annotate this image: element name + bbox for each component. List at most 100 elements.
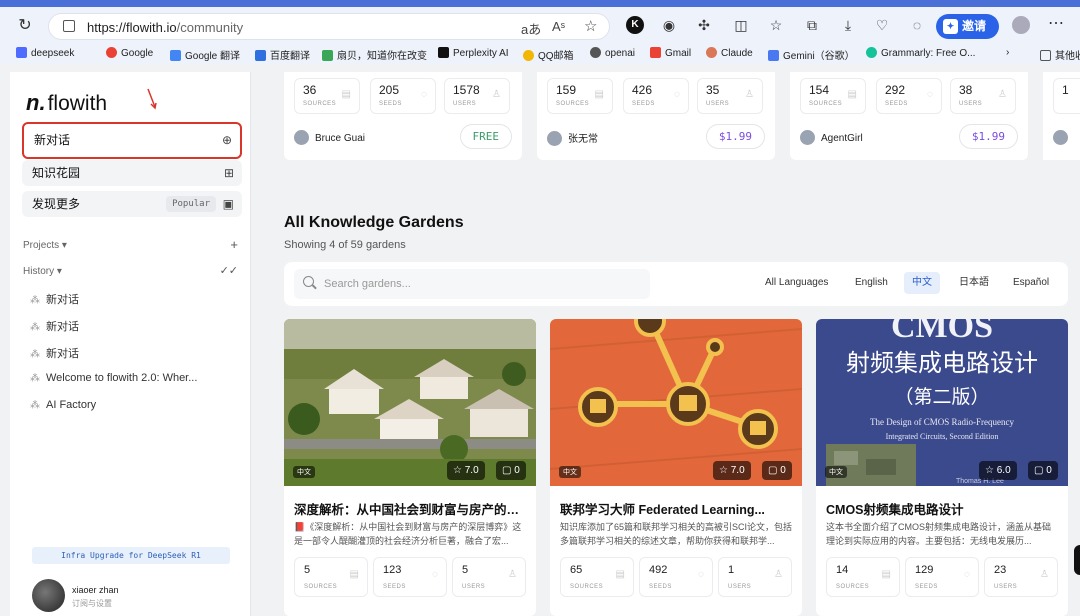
author-avatar: [800, 130, 815, 145]
cover-subtitle-2: Integrated Circuits, Second Edition: [886, 432, 999, 441]
knowledge-garden-button[interactable]: 知识花园 ⊞: [22, 160, 242, 186]
invite-button[interactable]: ✦ 邀请: [936, 14, 999, 39]
user-icon: ♙: [508, 569, 517, 580]
seed-icon: ◌: [927, 89, 933, 100]
garden-card-top[interactable]: 154 SOURCES ▤ 292 SEEDS ◌ 38 USERS ♙ AgentGirl…: [790, 72, 1028, 160]
extensions-icon[interactable]: ✣: [695, 16, 713, 34]
sources-stat: 65 SOURCES ▤: [560, 557, 634, 597]
bookmark-item[interactable]: Perplexity AI: [438, 47, 509, 59]
reload-icon[interactable]: ↻: [14, 15, 36, 37]
bookmark-item[interactable]: 扇贝，知道你在改变: [322, 47, 427, 62]
more-menu-icon[interactable]: ⋯: [1048, 13, 1064, 33]
history-item[interactable]: ⁂ Welcome to flowith 2.0: Wher...: [30, 372, 197, 384]
read-aloud-icon[interactable]: Aˢ: [552, 19, 565, 34]
garden-card-top-partial[interactable]: 1: [1043, 72, 1080, 160]
seeds-stat: 123 SEEDS ◌: [373, 557, 447, 597]
bookmark-item[interactable]: Claude: [706, 47, 753, 59]
check-all-icon[interactable]: ✓✓: [220, 264, 238, 277]
new-chat-button[interactable]: 新对话 ⊕: [22, 122, 242, 159]
extension-avatar-icon[interactable]: ◉: [660, 16, 678, 34]
author-avatar: [294, 130, 309, 145]
bookmarks-overflow-icon[interactable]: ›: [1006, 47, 1009, 58]
garden-title[interactable]: CMOS射频集成电路设计: [826, 499, 1058, 518]
sources-stat: 1: [1053, 78, 1080, 114]
lock-icon: [63, 20, 75, 32]
extension-k-icon[interactable]: K: [626, 16, 644, 34]
bookmark-item[interactable]: 百度翻译: [255, 47, 310, 62]
lang-filter-all[interactable]: All Languages: [757, 272, 836, 294]
price-button[interactable]: FREE: [459, 124, 512, 149]
author[interactable]: AgentGirl: [800, 130, 863, 145]
history-item[interactable]: ⁂ 新对话: [30, 345, 79, 361]
author[interactable]: 张无常: [547, 130, 598, 146]
bookmark-item[interactable]: Google 翻译: [170, 47, 240, 62]
profile-avatar[interactable]: [1012, 16, 1030, 34]
discover-more-button[interactable]: 发现更多 Popular ▣: [22, 191, 242, 217]
upgrade-banner[interactable]: Infra Upgrade for DeepSeek R1: [32, 547, 230, 564]
downloads-icon[interactable]: ⤓: [839, 16, 857, 34]
user-name[interactable]: xiaoer zhan: [72, 585, 119, 595]
document-icon: ▤: [349, 569, 359, 580]
seed-icon: ◌: [674, 89, 680, 100]
bookmark-item[interactable]: QQ邮箱: [523, 47, 574, 62]
history-item[interactable]: ⁂ AI Factory: [30, 399, 96, 411]
search-input[interactable]: [294, 269, 650, 299]
language-badge: 中文: [293, 466, 315, 478]
sidebar: n.flowith 新对话 ⊕ 知识花园 ⊞ 发现更多 Popular ▣ Pr…: [10, 72, 251, 616]
author[interactable]: Bruce Guai: [294, 130, 365, 145]
page-title: All Knowledge Gardens: [284, 214, 464, 231]
bag-icon: ▣: [222, 197, 234, 211]
history-label[interactable]: History ▾: [23, 266, 62, 277]
history-item[interactable]: ⁂ 新对话: [30, 318, 79, 334]
bookmark-item[interactable]: openai: [590, 47, 635, 59]
bookmark-item[interactable]: Google: [106, 47, 153, 59]
window-strip: [0, 0, 1080, 7]
favorites-icon[interactable]: ☆: [767, 16, 785, 34]
rating-badge: ☆ 7.0: [447, 461, 485, 480]
lang-filter-spanish[interactable]: Español: [1005, 272, 1057, 294]
collections-icon[interactable]: ⧉: [803, 16, 821, 34]
add-project-icon[interactable]: +: [230, 237, 238, 252]
garden-card-top[interactable]: 159 SOURCES ▤ 426 SEEDS ◌ 35 USERS ♙ 张无常 $1.99: [537, 72, 775, 160]
garden-title[interactable]: 深度解析：从中国社会到财富与房产的深...: [294, 499, 526, 518]
user-subscription-link[interactable]: 订阅与设置: [72, 598, 112, 609]
bookmark-folder[interactable]: 其他收: [1040, 47, 1080, 62]
flowith-logo[interactable]: n.flowith: [26, 90, 107, 116]
author-avatar: [1053, 130, 1068, 145]
document-icon: ▤: [881, 569, 891, 580]
garden-card[interactable]: 中文 ☆ 7.0 ▢ 0 联邦学习大师 Federated Learning..…: [550, 319, 802, 616]
history-item[interactable]: ⁂ 新对话: [30, 291, 79, 307]
lang-filter-english[interactable]: English: [847, 272, 896, 294]
translate-icon[interactable]: aあ: [521, 19, 541, 38]
price-button[interactable]: $1.99: [958, 124, 1018, 149]
floating-side-button[interactable]: [1074, 545, 1080, 575]
garden-card[interactable]: 中文 ☆ 7.0 ▢ 0 深度解析：从中国社会到财富与房产的深... 📕《深度解…: [284, 319, 536, 616]
lang-filter-chinese[interactable]: 中文: [904, 272, 940, 294]
sources-stat: 154 SOURCES ▤: [800, 78, 866, 114]
bookmark-item[interactable]: Gmail: [650, 47, 691, 59]
bookmark-item[interactable]: deepseek: [16, 47, 74, 59]
garden-card-top[interactable]: 36 SOURCES ▤ 205 SEEDS ◌ 1578 USERS ♙ Bruce Gu…: [284, 72, 522, 160]
performance-icon[interactable]: ♡: [873, 16, 891, 34]
chat-icon[interactable]: ◌: [908, 16, 926, 34]
lang-filter-japanese[interactable]: 日本語: [951, 272, 997, 294]
split-screen-icon[interactable]: ◫: [732, 16, 750, 34]
rating-badge: ☆ 7.0: [713, 461, 751, 480]
author[interactable]: [1053, 130, 1074, 145]
seed-icon: ◌: [964, 569, 970, 580]
garden-card[interactable]: CMOS 射频集成电路设计 （第二版） The Design of CMOS R…: [816, 319, 1068, 616]
results-count: Showing 4 of 59 gardens: [284, 239, 406, 251]
garden-title[interactable]: 联邦学习大师 Federated Learning...: [560, 499, 792, 518]
comments-badge: ▢ 0: [1028, 461, 1058, 480]
favorite-star-icon[interactable]: ☆: [584, 17, 597, 35]
bookmark-item[interactable]: Gemini（谷歌）: [768, 47, 855, 62]
projects-label[interactable]: Projects ▾: [23, 240, 67, 251]
cover-edition: （第二版）: [894, 386, 989, 408]
bookmark-item[interactable]: Grammarly: Free O...: [866, 47, 975, 59]
address-bar[interactable]: https://flowith.io/community aあ Aˢ ☆: [48, 13, 610, 40]
price-button[interactable]: $1.99: [705, 124, 765, 149]
users-stat: 5 USERS ♙: [452, 557, 526, 597]
filter-bar: All Languages English 中文 日本語 Español: [284, 262, 1068, 306]
discover-more-label: 发现更多: [32, 197, 81, 211]
user-avatar[interactable]: [32, 579, 65, 612]
